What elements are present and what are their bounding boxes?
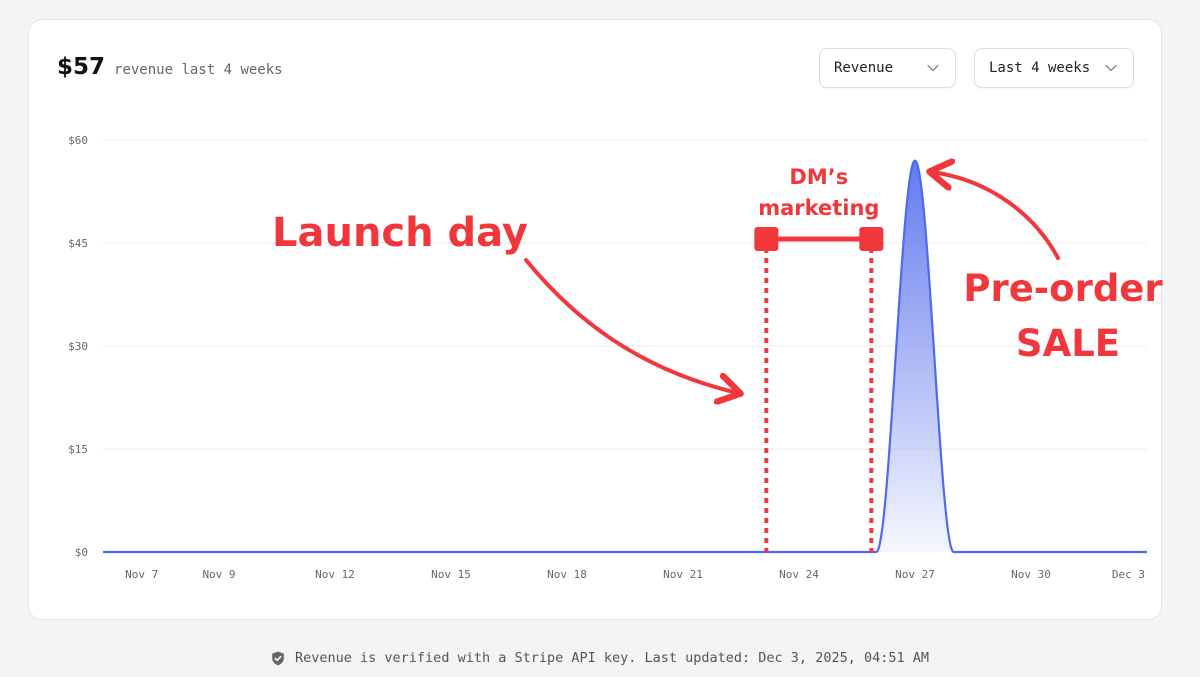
x-tick-label: Nov 30 bbox=[1011, 568, 1051, 581]
launch-day-label: Launch day bbox=[272, 210, 528, 256]
verification-text: Revenue is verified with a Stripe API ke… bbox=[295, 650, 929, 666]
x-tick-label: Nov 18 bbox=[547, 568, 587, 581]
y-tick-label: $30 bbox=[68, 340, 88, 353]
y-tick-label: $45 bbox=[68, 237, 88, 250]
y-tick-label: $15 bbox=[68, 443, 88, 456]
verification-footer: Revenue is verified with a Stripe API ke… bbox=[0, 650, 1200, 666]
preorder-label-line1: Pre-order bbox=[963, 267, 1163, 310]
revenue-chart: $60 $45 $30 $15 $0 Nov 7 Nov 9 Nov 12 Nov 15 Nov… bbox=[68, 134, 1163, 581]
launch-day-arrow bbox=[524, 258, 738, 393]
x-tick-label: Dec 3 bbox=[1112, 568, 1145, 581]
shield-check-icon bbox=[272, 651, 284, 665]
marketing-start-handle bbox=[754, 227, 779, 251]
x-tick-label: Nov 27 bbox=[895, 568, 935, 581]
revenue-area bbox=[103, 160, 1147, 552]
marketing-end-handle bbox=[859, 227, 884, 251]
marketing-label-line1: DM’s bbox=[789, 165, 848, 189]
preorder-arrow bbox=[932, 172, 1060, 260]
x-tick-label: Nov 7 bbox=[125, 568, 158, 581]
x-tick-label: Nov 21 bbox=[663, 568, 703, 581]
x-tick-label: Nov 9 bbox=[202, 568, 235, 581]
x-tick-label: Nov 12 bbox=[315, 568, 355, 581]
marketing-label-line2: marketing bbox=[758, 196, 879, 220]
y-tick-label: $60 bbox=[68, 134, 88, 147]
y-tick-label: $0 bbox=[75, 546, 88, 559]
x-tick-label: Nov 15 bbox=[431, 568, 471, 581]
x-tick-label: Nov 24 bbox=[779, 568, 819, 581]
preorder-label-line2: SALE bbox=[1016, 322, 1120, 365]
revenue-line bbox=[103, 159, 1147, 554]
